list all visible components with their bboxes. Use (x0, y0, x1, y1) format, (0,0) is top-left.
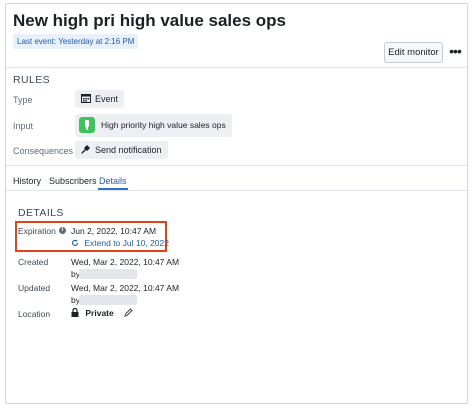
more-options-icon[interactable]: ••• (446, 43, 464, 61)
tabs-divider (6, 190, 467, 191)
updated-value: Wed, Mar 2, 2022, 10:47 AM (71, 283, 180, 293)
location-text: Private (85, 308, 114, 318)
expiration-value: Jun 2, 2022, 10:47 AM (71, 226, 157, 236)
edit-location-icon[interactable] (124, 308, 133, 318)
updated-label: Updated (18, 283, 51, 293)
type-value: Event (95, 94, 119, 104)
expiration-label-text: Expiration (18, 226, 56, 236)
monitor-panel: New high pri high value sales ops Last e… (5, 3, 468, 404)
expiration-label: Expiration i (18, 226, 66, 236)
refresh-icon (71, 238, 84, 248)
input-label: Input (13, 121, 34, 131)
type-chip[interactable]: Event (75, 90, 125, 109)
type-label: Type (13, 95, 33, 105)
page-title: New high pri high value sales ops (13, 11, 287, 30)
created-by-user (79, 269, 137, 279)
updated-by-user (79, 295, 137, 305)
location-value: Private (71, 308, 133, 318)
info-icon[interactable]: i (58, 227, 66, 235)
rules-heading: RULES (13, 74, 51, 86)
tab-details[interactable]: Details (99, 176, 127, 186)
extend-expiration-link[interactable]: Extend to Jul 10, 2022 (71, 238, 169, 248)
location-label: Location (18, 309, 51, 319)
notification-icon (81, 142, 91, 160)
input-value: High priority high value sales ops (101, 120, 226, 130)
extend-label: Extend to Jul 10, 2022 (84, 238, 169, 248)
rules-divider (6, 165, 467, 166)
object-icon (79, 116, 95, 133)
input-chip[interactable]: High priority high value sales ops (75, 114, 232, 137)
consequences-label: Consequences (13, 146, 74, 156)
tab-subscribers[interactable]: Subscribers (49, 176, 97, 186)
calendar-icon (81, 91, 91, 109)
edit-monitor-button[interactable]: Edit monitor (384, 42, 443, 63)
consequences-chip[interactable]: Send notification (75, 141, 168, 159)
created-value: Wed, Mar 2, 2022, 10:47 AM (71, 257, 180, 267)
lock-icon (71, 308, 85, 318)
header-divider (6, 67, 467, 68)
last-event-badge: Last event: Yesterday at 2:16 PM (13, 34, 139, 49)
tab-history[interactable]: History (13, 176, 41, 186)
consequences-value: Send notification (95, 145, 162, 155)
details-heading: DETAILS (18, 207, 64, 219)
created-label: Created (18, 257, 49, 267)
